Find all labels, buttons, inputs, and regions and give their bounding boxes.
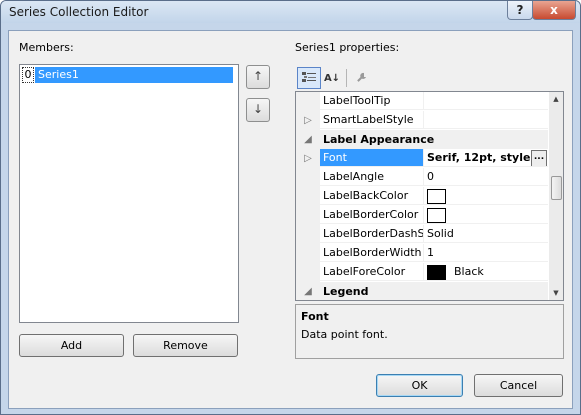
categorized-icon [302,72,316,82]
dialog-window: Series Collection Editor ? x Members: 0 … [0,0,581,415]
property-value[interactable]: Black [424,263,548,281]
property-name: LabelBorderDashSt [320,225,424,243]
property-value[interactable]: Solid [424,225,548,243]
cancel-button[interactable]: Cancel [474,374,563,397]
property-row[interactable]: LabelAngle 0 [296,168,548,187]
wrench-icon [357,72,366,82]
row-margin [296,225,320,244]
property-name: LabelBackColor [320,187,424,205]
property-pages-button[interactable] [351,68,373,88]
property-name: Font [320,149,424,167]
property-row[interactable]: LabelBorderColor [296,206,548,225]
toolbar-separator [346,69,347,87]
scroll-down-icon[interactable]: ▼ [549,286,563,300]
properties-label: Series1 properties: [295,41,400,54]
property-value[interactable] [424,92,548,110]
window-title: Series Collection Editor [9,5,149,19]
close-button[interactable]: x [532,1,576,20]
move-down-button[interactable]: ↓ [246,98,270,122]
property-value[interactable]: Serif, 12pt, style=I... [424,149,548,167]
expander-icon[interactable]: ▷ [296,111,320,130]
scroll-thumb[interactable] [551,176,562,200]
property-value[interactable] [424,187,548,205]
property-grid-scrollbar[interactable]: ▲ ▼ [549,92,563,300]
row-margin [296,92,320,111]
property-name: LabelAngle [320,168,424,186]
property-name: SmartLabelStyle [320,111,424,129]
ellipsis-button[interactable]: ... [531,150,547,166]
property-value-text: 1 [427,246,434,259]
property-row[interactable]: LabelBorderDashSt Solid [296,225,548,244]
expander-icon[interactable]: ◢ [296,282,320,300]
property-row[interactable]: LabelBackColor [296,187,548,206]
close-icon: x [550,3,558,17]
list-item[interactable]: 0 Series1 [22,67,233,83]
row-margin [296,206,320,225]
help-icon: ? [516,3,524,17]
property-name: LabelBorderWidth [320,244,424,262]
property-grid[interactable]: LabelToolTip ▷ SmartLabelStyle ◢ Label Appea… [295,91,564,301]
list-item-index: 0 [22,67,34,83]
property-help-pane: Font Data point font. [295,304,564,359]
color-swatch [427,207,446,223]
help-title: Font [301,310,329,323]
row-margin [296,187,320,206]
members-label: Members: [19,41,74,54]
color-swatch [427,188,446,204]
members-list[interactable]: 0 Series1 [19,64,239,323]
alphabetical-button[interactable]: A↓ [321,68,343,88]
property-value-text: 0 [427,170,434,183]
property-row[interactable]: LabelForeColor Black [296,263,548,282]
property-category-row[interactable]: ◢ Legend [296,282,548,300]
alphabetical-icon: A↓ [323,73,341,84]
property-name: LabelForeColor [320,263,424,281]
property-name: LabelToolTip [320,92,424,110]
dialog-client-area: Members: 0 Series1 ↑ ↓ Add Remove Series… [8,30,573,409]
row-margin [296,263,320,282]
property-row[interactable]: ▷ SmartLabelStyle [296,111,548,130]
help-description: Data point font. [301,328,388,341]
property-category-row[interactable]: ◢ Label Appearance [296,130,548,149]
property-row[interactable]: ▷ Font Serif, 12pt, style=I... [296,149,548,168]
property-value-text: Black [454,265,484,278]
categorized-button[interactable] [297,67,321,89]
property-value[interactable] [424,111,548,129]
move-up-button[interactable]: ↑ [246,65,270,89]
property-category-name: Label Appearance [320,130,548,149]
property-value-text: Serif, 12pt, style=I [427,151,544,164]
property-value[interactable] [424,206,548,224]
ok-button[interactable]: OK [376,374,463,397]
property-row[interactable]: LabelToolTip [296,92,548,111]
row-margin [296,168,320,187]
property-name: LabelBorderColor [320,206,424,224]
expander-icon[interactable]: ◢ [296,130,320,149]
property-value[interactable]: 1 [424,244,548,262]
help-button[interactable]: ? [507,1,533,20]
add-button[interactable]: Add [19,334,124,357]
color-swatch [427,264,446,280]
property-row[interactable]: LabelBorderWidth 1 [296,244,548,263]
property-value-text: Solid [427,227,454,240]
property-category-name: Legend [320,282,548,300]
arrow-up-icon: ↑ [252,69,264,83]
row-margin [296,244,320,263]
arrow-down-icon: ↓ [252,102,264,116]
list-item-name: Series1 [35,67,233,83]
title-bar: Series Collection Editor ? x [1,1,580,23]
expander-icon[interactable]: ▷ [296,149,320,168]
property-value[interactable]: 0 [424,168,548,186]
scroll-up-icon[interactable]: ▲ [549,92,563,106]
remove-button[interactable]: Remove [133,334,238,357]
